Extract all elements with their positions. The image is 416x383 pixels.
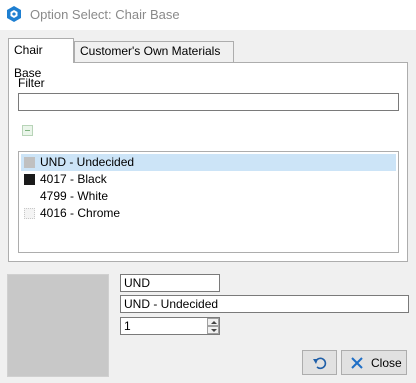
title-bar: Option Select: Chair Base: [0, 0, 416, 30]
app-logo-icon: [7, 6, 21, 22]
swatch-icon: [24, 191, 35, 202]
list-item-und[interactable]: UND - Undecided: [21, 154, 396, 171]
increment-arrow-icon[interactable]: [207, 318, 219, 326]
list-item-white[interactable]: 4799 - White: [21, 188, 396, 205]
quantity-spinner: [207, 318, 219, 334]
list-item-black[interactable]: 4017 - Black: [21, 171, 396, 188]
list-item-label: UND - Undecided: [40, 155, 135, 169]
swatch-icon: [24, 208, 35, 219]
decrement-arrow-icon[interactable]: [207, 326, 219, 334]
swatch-icon: [24, 157, 35, 168]
collapse-all-icon[interactable]: [22, 125, 33, 136]
undo-button[interactable]: [302, 350, 337, 375]
filter-input[interactable]: [18, 93, 399, 111]
tab-customers-own-materials[interactable]: Customer's Own Materials: [74, 41, 234, 62]
undo-icon: [313, 357, 327, 370]
code-field[interactable]: [120, 274, 220, 292]
swatch-icon: [24, 174, 35, 185]
options-list[interactable]: UND - Undecided 4017 - Black 4799 - Whit…: [18, 151, 399, 253]
close-x-icon: [351, 357, 363, 369]
list-item-label: 4016 - Chrome: [40, 206, 121, 220]
list-item-label: 4017 - Black: [40, 172, 107, 186]
list-item-label: 4799 - White: [40, 189, 109, 203]
tab-chair-base[interactable]: Chair Base: [8, 38, 74, 80]
tab-panel-chair-base: Filter UND - Undecided 4017 - Black 4799…: [8, 62, 408, 262]
list-item-chrome[interactable]: 4016 - Chrome: [21, 205, 396, 222]
name-field[interactable]: [120, 295, 409, 313]
quantity-stepper[interactable]: [120, 317, 220, 335]
window-title: Option Select: Chair Base: [30, 7, 180, 22]
close-button-label: Close: [371, 356, 402, 370]
close-button[interactable]: Close: [341, 350, 407, 375]
swatch-preview: [7, 274, 109, 377]
